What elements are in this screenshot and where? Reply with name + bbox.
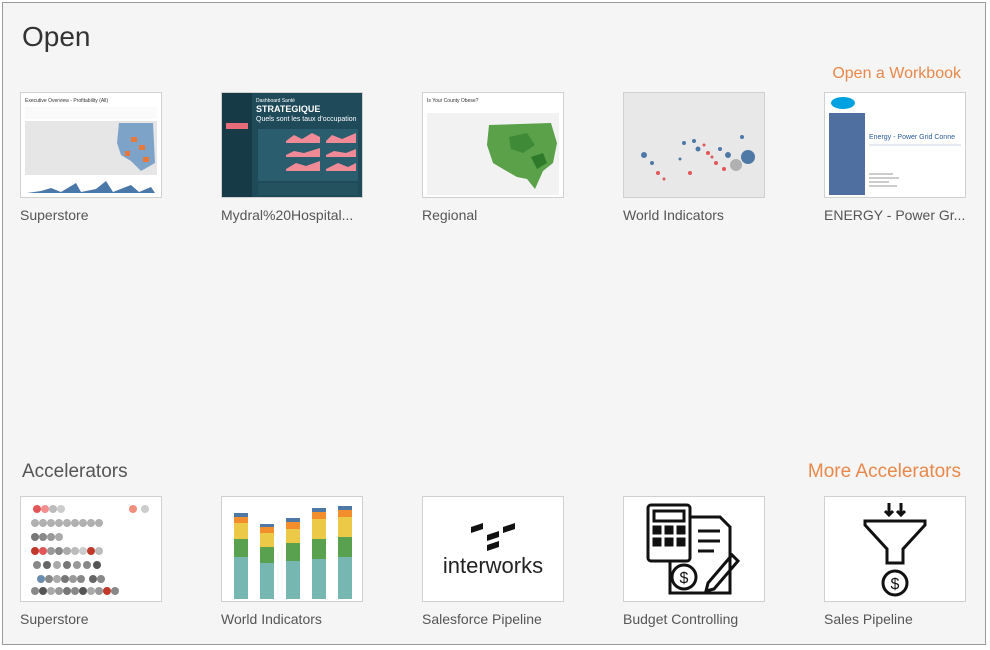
- logo-text: interworks: [443, 553, 543, 578]
- workbook-tile-energy[interactable]: Energy - Power Grid Conne ENERGY - Power…: [824, 92, 966, 223]
- accelerator-label: Budget Controlling: [623, 611, 739, 627]
- accelerator-label: World Indicators: [221, 611, 322, 627]
- stacked-bar-chart-icon: [221, 496, 363, 602]
- svg-text:$: $: [891, 576, 900, 593]
- start-page: Open Open a Workbook Executive Overview …: [2, 2, 986, 645]
- accelerator-label: Superstore: [20, 611, 89, 627]
- superstore-thumbnail: Executive Overview - Profitability (All): [20, 92, 162, 198]
- hospital-thumbnail: Dashboard Santé STRATEGIQUE Quels sont l…: [221, 92, 363, 198]
- workbook-tile-world-indicators[interactable]: World Indicators: [623, 92, 765, 223]
- accelerator-tile-superstore[interactable]: Superstore: [20, 496, 162, 627]
- accelerator-tile-salesforce-pipeline[interactable]: interworks Salesforce Pipeline: [422, 496, 564, 627]
- workbook-label: Superstore: [20, 207, 89, 223]
- energy-thumbnail: Energy - Power Grid Conne: [824, 92, 966, 198]
- accelerator-tile-world-indicators[interactable]: World Indicators: [221, 496, 363, 627]
- dot-strip-chart-icon: [20, 496, 162, 602]
- regional-thumbnail: Is Your County Obese?: [422, 92, 564, 198]
- sales-funnel-icon: $: [824, 496, 966, 602]
- budget-calculator-icon: $: [623, 496, 765, 602]
- workbook-label: World Indicators: [623, 207, 724, 223]
- accelerator-tile-sales-pipeline[interactable]: $ Sales Pipeline: [824, 496, 966, 627]
- accelerator-tile-budget-controlling[interactable]: $ Budget Controlling: [623, 496, 765, 627]
- thumb-subtitle: Quels sont les taux d'occupation: [256, 116, 357, 123]
- accelerators-title: Accelerators: [22, 461, 128, 482]
- svg-text:$: $: [680, 570, 689, 587]
- world-indicators-thumbnail: [623, 92, 765, 198]
- workbook-tile-mydral-hospital[interactable]: Dashboard Santé STRATEGIQUE Quels sont l…: [221, 92, 363, 223]
- thumb-title: Is Your County Obese?: [427, 98, 479, 104]
- workbook-label: Regional: [422, 207, 478, 223]
- open-workbook-link[interactable]: Open a Workbook: [832, 65, 961, 83]
- accelerator-label: Salesforce Pipeline: [422, 611, 542, 627]
- more-accelerators-link[interactable]: More Accelerators: [808, 461, 961, 483]
- thumb-title: STRATEGIQUE: [256, 104, 320, 114]
- thumb-title: Executive Overview - Profitability (All): [25, 98, 108, 104]
- workbook-label: ENERGY - Power Gr...: [824, 207, 966, 223]
- workbook-label: Mydral%20Hospital...: [221, 207, 354, 223]
- workbook-tile-regional[interactable]: Is Your County Obese? Regional: [422, 92, 564, 223]
- workbook-tile-superstore[interactable]: Executive Overview - Profitability (All)…: [20, 92, 162, 223]
- interworks-logo-icon: interworks: [422, 496, 564, 602]
- thumb-title: Energy - Power Grid Conne: [869, 134, 955, 141]
- open-title: Open: [22, 21, 91, 52]
- accelerator-label: Sales Pipeline: [824, 611, 913, 627]
